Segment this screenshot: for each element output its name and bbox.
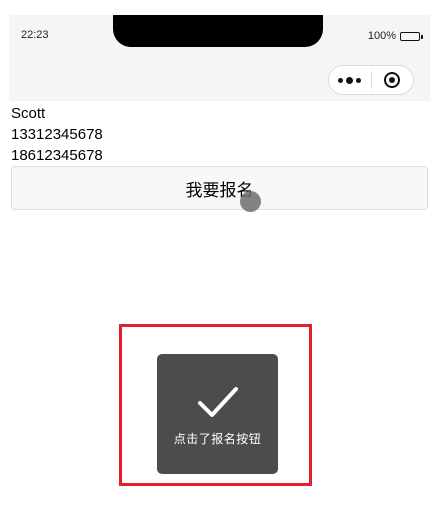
target-icon [384,72,401,88]
phone-number-text: 18612345678 [11,147,103,164]
name-text: Scott [11,105,46,122]
check-icon [197,387,238,417]
battery-percent: 100% [367,30,396,42]
mini-program-capsule [328,65,414,95]
more-dots-icon [338,76,362,84]
battery-icon [400,31,423,41]
signup-button[interactable]: 我要报名 [11,166,428,210]
touch-cursor-indicator [240,191,261,212]
toast-popup: 点击了报名按钮 [157,354,278,474]
close-mini-program-button[interactable] [372,66,414,94]
more-button[interactable] [329,66,371,94]
status-bar: 22:23 100% [9,15,430,101]
page-content: Scott 13312345678 18612345678 [9,103,430,166]
toast-message: 点击了报名按钮 [173,432,262,446]
phone-number-text: 13312345678 [11,126,103,143]
status-time: 22:23 [21,29,49,41]
device-notch [113,15,323,47]
battery-indicator: 100% [367,30,423,42]
phone-screen: 22:23 100% Scott 13312345678 18612345678… [9,15,430,505]
